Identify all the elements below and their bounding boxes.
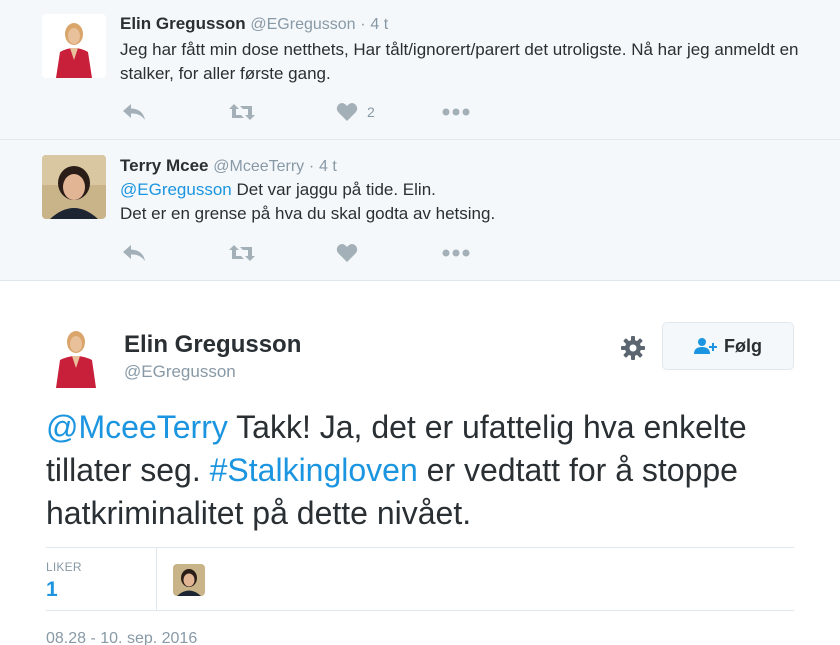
tweet-text-line2: Det er en grense på hva du skal godta av… (120, 204, 496, 223)
heart-icon (336, 103, 358, 121)
gear-icon (621, 336, 645, 360)
tweet-text: @MceeTerry Takk! Ja, det er ufattelig hv… (46, 406, 816, 535)
retweet-icon (229, 245, 255, 261)
reply-button[interactable] (122, 244, 146, 262)
tweet-text: @EGregusson Det var jaggu på tide. Elin.… (120, 178, 820, 226)
reply-button[interactable] (122, 103, 146, 121)
retweet-button[interactable] (228, 244, 256, 262)
mention-link[interactable]: @MceeTerry (46, 409, 228, 445)
retweet-icon (229, 104, 255, 120)
tweet-header: Elin Gregusson @EGregusson · 4 t (120, 14, 388, 34)
user-handle[interactable]: @EGregusson (250, 16, 355, 33)
reply-tweet[interactable]: Elin Gregusson @EGregusson · 4 t Jeg har… (0, 0, 840, 140)
settings-button[interactable] (620, 335, 646, 361)
reply-icon (123, 245, 145, 261)
avatar[interactable] (46, 322, 106, 388)
follow-button[interactable]: Følg (662, 322, 794, 370)
tweet-time[interactable]: 4 t (370, 16, 388, 33)
user-handle[interactable]: @EGregusson (124, 362, 236, 382)
display-name[interactable]: Terry Mcee (120, 156, 209, 175)
tweet-actions: 2 (120, 100, 480, 124)
tweet-stats: LIKER 1 (46, 547, 794, 611)
more-button[interactable] (442, 249, 470, 257)
more-icon (442, 108, 470, 116)
heart-icon (336, 244, 358, 262)
more-icon (442, 249, 470, 257)
tweet-text: Jeg har fått min dose netthets, Har tålt… (120, 40, 799, 83)
liker-avatar[interactable] (173, 564, 205, 596)
mention-link[interactable]: @EGregusson (120, 180, 232, 199)
follow-user-icon (694, 338, 717, 354)
likes-label: LIKER (46, 560, 82, 574)
likes-count[interactable]: 1 (46, 578, 58, 602)
tweet-timestamp[interactable]: 08.28 - 10. sep. 2016 (46, 630, 197, 645)
like-count: 2 (367, 104, 375, 120)
separator: · (360, 16, 366, 33)
reply-tweet[interactable]: Terry Mcee @MceeTerry · 4 t @EGregusson … (0, 140, 840, 281)
like-button[interactable] (336, 243, 358, 263)
tweet-header: Terry Mcee @MceeTerry · 4 t (120, 156, 337, 176)
avatar[interactable] (42, 14, 106, 78)
separator: · (308, 158, 315, 175)
display-name[interactable]: Elin Gregusson (120, 14, 246, 33)
avatar[interactable] (42, 155, 106, 219)
user-handle[interactable]: @MceeTerry (213, 158, 304, 175)
follow-label: Følg (724, 335, 762, 356)
tweet-time[interactable]: 4 t (319, 158, 337, 175)
reply-icon (123, 104, 145, 120)
more-button[interactable] (442, 108, 470, 116)
hashtag-link[interactable]: #Stalkingloven (210, 452, 418, 488)
retweet-button[interactable] (228, 103, 256, 121)
divider (156, 548, 157, 610)
tweet-actions (120, 241, 480, 265)
like-button[interactable]: 2 (336, 102, 375, 122)
main-tweet: Elin Gregusson @EGregusson Følg @MceeTer… (0, 281, 840, 645)
tweet-text-line1: Det var jaggu på tide. Elin. (231, 180, 436, 199)
display-name[interactable]: Elin Gregusson (124, 331, 301, 359)
